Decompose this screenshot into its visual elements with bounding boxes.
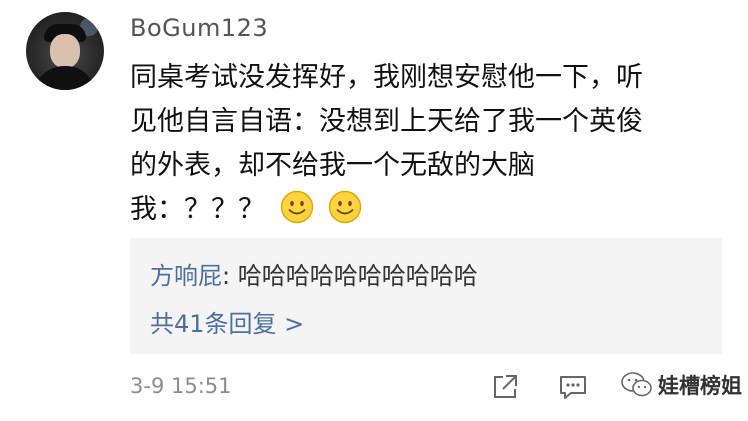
comment-line: 同桌考试没发挥好，我刚想安慰他一下，听	[130, 62, 643, 93]
avatar[interactable]	[26, 12, 104, 90]
comment-line: 的外表，却不给我一个无敌的大脑	[130, 150, 535, 181]
avatar-face	[50, 34, 80, 68]
reply-preview[interactable]: 方响屁: 哈哈哈哈哈哈哈哈哈哈 共41条回复 >	[130, 238, 722, 354]
comment-body: 同桌考试没发挥好，我刚想安慰他一下，听 见他自言自语：没想到上天给了我一个英俊 …	[130, 56, 730, 232]
share-icon[interactable]	[490, 372, 520, 402]
watermark: 娃槽榜姐	[620, 370, 742, 400]
top-reply[interactable]: 方响屁: 哈哈哈哈哈哈哈哈哈哈	[150, 256, 478, 291]
comment-line: 见他自言自语：没想到上天给了我一个英俊	[130, 106, 643, 137]
smile-emoji-icon	[328, 190, 362, 224]
comment-last-line: 我：？？？	[130, 188, 730, 232]
smile-emoji-icon	[280, 190, 313, 224]
reply-text: 哈哈哈哈哈哈哈哈哈哈	[237, 262, 478, 290]
avatar-body	[34, 66, 96, 90]
reply-separator: :	[222, 262, 238, 290]
watermark-text: 娃槽榜姐	[658, 374, 742, 398]
comment-line: 我：？？？	[130, 194, 265, 225]
view-more-replies-link[interactable]: 共41条回复 >	[150, 304, 304, 339]
wechat-icon	[621, 372, 652, 397]
comment-icon[interactable]	[558, 372, 588, 402]
username[interactable]: BoGum123	[130, 14, 268, 42]
reply-username[interactable]: 方响屁	[150, 262, 222, 290]
timestamp: 3-9 15:51	[130, 374, 232, 398]
